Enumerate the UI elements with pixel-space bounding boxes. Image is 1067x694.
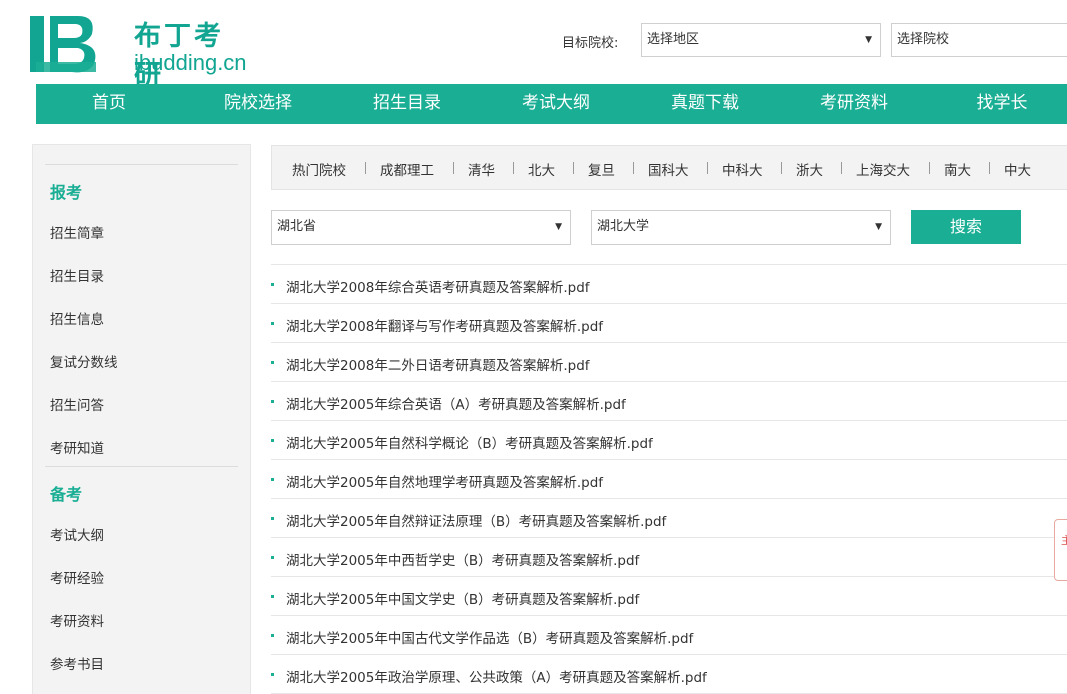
region-select[interactable]: 选择地区 ▼ <box>641 23 881 57</box>
sidebar-item-qa[interactable]: 招生问答 <box>50 394 104 414</box>
nav-syllabus[interactable]: 考试大纲 <box>496 84 616 124</box>
separator <box>929 162 930 174</box>
school-select[interactable]: 选择院校 <box>891 23 1067 57</box>
list-item: 湖北大学2005年中国古代文学作品选（B）考研真题及答案解析.pdf <box>271 616 1067 655</box>
file-link[interactable]: 湖北大学2005年中国古代文学作品选（B）考研真题及答案解析.pdf <box>286 627 693 647</box>
hot-school-item[interactable]: 复旦 <box>588 159 615 179</box>
hot-school-item[interactable]: 上海交大 <box>856 159 910 179</box>
list-item: 湖北大学2008年综合英语考研真题及答案解析.pdf <box>271 265 1067 304</box>
file-link[interactable]: 湖北大学2005年自然辩证法原理（B）考研真题及答案解析.pdf <box>286 510 666 530</box>
nav-past-papers[interactable]: 真题下载 <box>645 84 765 124</box>
sidebar-heading-apply: 报考 <box>50 183 83 202</box>
sidebar-divider <box>45 164 238 165</box>
floating-side-tab-label: 主 <box>1061 534 1067 547</box>
university-select-value: 湖北大学 <box>597 219 650 234</box>
list-item: 湖北大学2008年二外日语考研真题及答案解析.pdf <box>271 343 1067 382</box>
nav-schools[interactable]: 院校选择 <box>198 84 318 124</box>
sidebar-item-brochure[interactable]: 招生简章 <box>50 222 104 242</box>
hot-school-label[interactable]: 热门院校 <box>292 159 346 179</box>
page: 布丁考研 ibudding.cn 目标院校: 选择地区 ▼ 选择院校 首页 院校… <box>0 0 1067 694</box>
bullet-icon <box>271 595 274 598</box>
logo-mark-icon <box>30 16 96 73</box>
hot-school-item[interactable]: 国科大 <box>648 159 689 179</box>
list-item: 湖北大学2005年自然科学概论（B）考研真题及答案解析.pdf <box>271 421 1067 460</box>
list-item: 湖北大学2005年综合英语（A）考研真题及答案解析.pdf <box>271 382 1067 421</box>
separator <box>513 162 514 174</box>
sidebar-item-info[interactable]: 招生信息 <box>50 308 104 328</box>
separator <box>841 162 842 174</box>
nav-catalog[interactable]: 招生目录 <box>347 84 467 124</box>
hot-school-item[interactable]: 中科大 <box>722 159 763 179</box>
bullet-icon <box>271 517 274 520</box>
hot-school-item[interactable]: 成都理工 <box>380 159 434 179</box>
file-link[interactable]: 湖北大学2008年综合英语考研真题及答案解析.pdf <box>286 276 590 296</box>
main-nav: 首页 院校选择 招生目录 考试大纲 真题下载 考研资料 找学长 <box>36 84 1067 124</box>
province-select-value: 湖北省 <box>277 219 317 234</box>
separator <box>989 162 990 174</box>
separator <box>633 162 634 174</box>
sidebar-divider <box>45 466 238 467</box>
floating-side-tab[interactable]: 主 <box>1054 519 1067 581</box>
separator <box>707 162 708 174</box>
sidebar-item-syllabus[interactable]: 考试大纲 <box>50 524 104 544</box>
bullet-icon <box>271 322 274 325</box>
hot-schools-bar: 热门院校 成都理工 清华 北大 复旦 国科大 中科大 浙大 上海交大 南大 中大 <box>271 145 1067 190</box>
separator <box>453 162 454 174</box>
file-link[interactable]: 湖北大学2005年中西哲学史（B）考研真题及答案解析.pdf <box>286 549 639 569</box>
nav-find-senior[interactable]: 找学长 <box>942 84 1062 124</box>
file-link[interactable]: 湖北大学2005年政治学原理、公共政策（A）考研真题及答案解析.pdf <box>286 666 707 686</box>
chevron-down-icon: ▼ <box>875 222 882 232</box>
sidebar: 报考 招生简章 招生目录 招生信息 复试分数线 招生问答 考研知道 备考 考试大… <box>32 144 251 694</box>
bullet-icon <box>271 400 274 403</box>
province-select[interactable]: 湖北省 ▼ <box>271 210 571 245</box>
sidebar-item-catalog[interactable]: 招生目录 <box>50 265 104 285</box>
bullet-icon <box>271 673 274 676</box>
chevron-down-icon: ▼ <box>865 35 872 45</box>
bullet-icon <box>271 361 274 364</box>
sidebar-item-experience[interactable]: 考研经验 <box>50 567 104 587</box>
list-item: 湖北大学2005年自然地理学考研真题及答案解析.pdf <box>271 460 1067 499</box>
bullet-icon <box>271 283 274 286</box>
hot-school-item[interactable]: 南大 <box>944 159 971 179</box>
bullet-icon <box>271 634 274 637</box>
file-link[interactable]: 湖北大学2005年中国文学史（B）考研真题及答案解析.pdf <box>286 588 639 608</box>
region-select-value: 选择地区 <box>647 32 700 47</box>
university-select[interactable]: 湖北大学 ▼ <box>591 210 891 245</box>
bullet-icon <box>271 556 274 559</box>
nav-home[interactable]: 首页 <box>49 84 169 124</box>
file-link[interactable]: 湖北大学2008年翻译与写作考研真题及答案解析.pdf <box>286 315 603 335</box>
school-select-value: 选择院校 <box>897 32 950 47</box>
list-item: 湖北大学2005年中国文学史（B）考研真题及答案解析.pdf <box>271 577 1067 616</box>
hot-school-item[interactable]: 浙大 <box>796 159 823 179</box>
file-link[interactable]: 湖北大学2008年二外日语考研真题及答案解析.pdf <box>286 354 590 374</box>
bullet-icon <box>271 439 274 442</box>
site-logo[interactable]: 布丁考研 ibudding.cn <box>30 8 250 91</box>
file-link[interactable]: 湖北大学2005年自然科学概论（B）考研真题及答案解析.pdf <box>286 432 653 452</box>
chevron-down-icon: ▼ <box>555 222 562 232</box>
hot-school-item[interactable]: 北大 <box>528 159 555 179</box>
list-item: 湖北大学2005年中西哲学史（B）考研真题及答案解析.pdf <box>271 538 1067 577</box>
sidebar-item-retest-scores[interactable]: 复试分数线 <box>50 351 118 371</box>
file-link[interactable]: 湖北大学2005年综合英语（A）考研真题及答案解析.pdf <box>286 393 626 413</box>
sidebar-item-materials[interactable]: 考研资料 <box>50 610 104 630</box>
sidebar-item-knowledge[interactable]: 考研知道 <box>50 437 104 457</box>
sidebar-item-booklist[interactable]: 参考书目 <box>50 653 104 673</box>
list-item: 湖北大学2008年翻译与写作考研真题及答案解析.pdf <box>271 304 1067 343</box>
hot-school-item[interactable]: 中大 <box>1004 159 1031 179</box>
search-button[interactable]: 搜索 <box>911 210 1021 244</box>
nav-materials[interactable]: 考研资料 <box>794 84 914 124</box>
hot-school-item[interactable]: 清华 <box>468 159 495 179</box>
file-link[interactable]: 湖北大学2005年自然地理学考研真题及答案解析.pdf <box>286 471 603 491</box>
list-item: 湖北大学2005年自然辩证法原理（B）考研真题及答案解析.pdf <box>271 499 1067 538</box>
separator <box>781 162 782 174</box>
logo-domain-text: ibudding.cn <box>134 50 247 75</box>
target-school-label: 目标院校: <box>562 36 619 51</box>
separator <box>573 162 574 174</box>
separator <box>365 162 366 174</box>
sidebar-heading-prepare: 备考 <box>50 485 83 504</box>
bullet-icon <box>271 478 274 481</box>
list-item: 湖北大学2005年政治学原理、公共政策（A）考研真题及答案解析.pdf <box>271 655 1067 694</box>
